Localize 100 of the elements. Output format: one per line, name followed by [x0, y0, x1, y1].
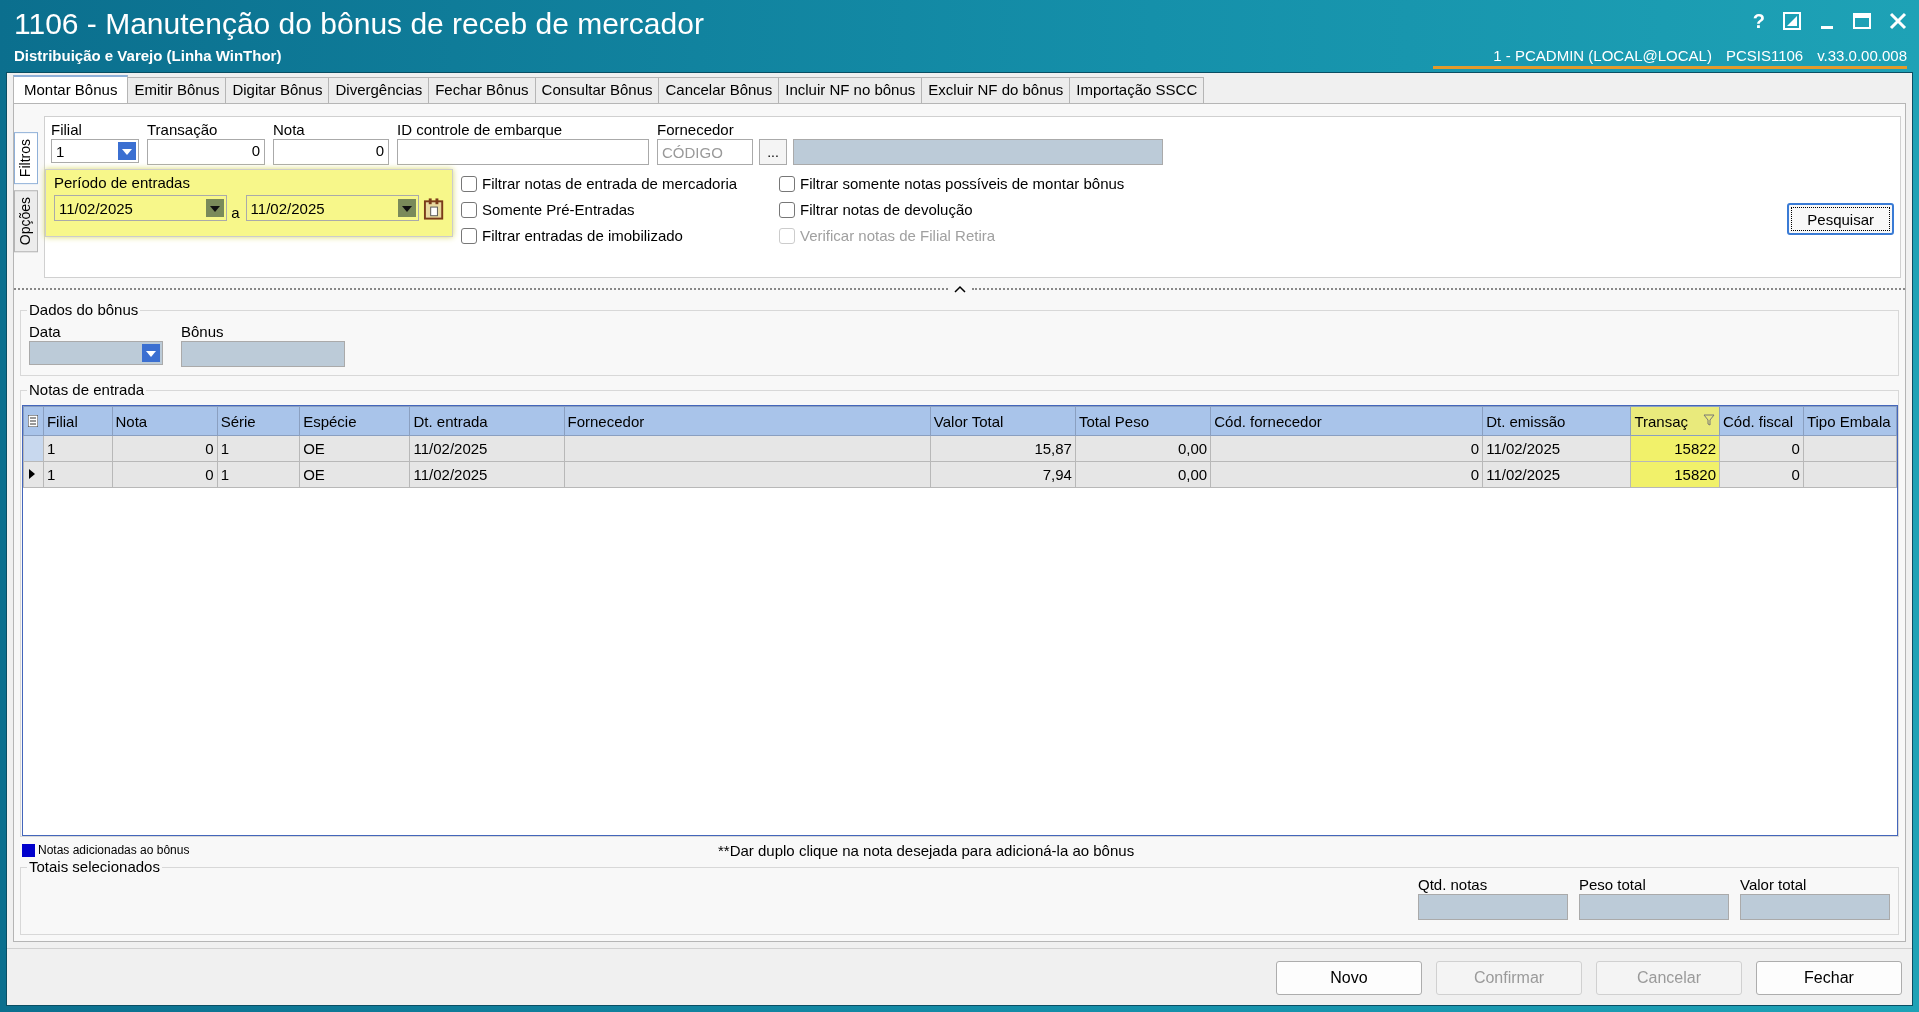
input-field[interactable] — [1579, 894, 1729, 920]
checkbox-label: Filtrar entradas de imobilizado — [482, 227, 683, 244]
version-label: v.33.0.00.008 — [1817, 47, 1907, 64]
checkbox[interactable] — [779, 201, 795, 218]
action-button[interactable]: Fechar — [1756, 961, 1902, 995]
checkbox-label: Somente Pré-Entradas — [482, 201, 635, 218]
table-cell: 0 — [1719, 461, 1804, 488]
checkbox[interactable] — [461, 227, 477, 244]
tab[interactable]: Importação SSCC — [1069, 77, 1205, 103]
program-code: PCSIS1106 — [1725, 47, 1804, 64]
table-cell: 1 — [217, 461, 300, 488]
field-label: Fornecedor — [657, 121, 735, 139]
column-header[interactable]: Dt. emissão — [1482, 406, 1631, 436]
column-header[interactable]: Cód. fornecedor — [1210, 406, 1483, 436]
column-chooser-icon[interactable] — [28, 414, 38, 427]
table-cell: OE — [299, 461, 410, 488]
tab[interactable]: Digitar Bônus — [225, 77, 330, 103]
table-cell: 0 — [1719, 435, 1804, 462]
separator-label: a — [231, 204, 240, 221]
table-cell: 0 — [1210, 435, 1483, 462]
maximize-icon[interactable] — [1853, 12, 1871, 30]
column-header[interactable]: Série — [217, 406, 300, 436]
supplier-name-field[interactable] — [793, 139, 1163, 165]
search-button[interactable]: Pesquisar — [1787, 203, 1894, 235]
table-cell: 1 — [217, 435, 300, 462]
column-header[interactable]: Valor Total — [930, 406, 1076, 436]
date-from-dropdown[interactable]: 11/02/2025 — [54, 195, 228, 221]
date-to-dropdown[interactable]: 11/02/2025 — [245, 195, 419, 221]
field-label: Nota — [273, 121, 306, 139]
field-label: Data — [29, 323, 62, 341]
checkbox[interactable] — [779, 175, 795, 192]
input-field[interactable] — [1740, 894, 1890, 920]
side-tab[interactable]: Opções — [14, 190, 38, 253]
checkbox[interactable] — [461, 201, 477, 218]
tab[interactable]: Montar Bônus — [13, 75, 129, 103]
input-field[interactable] — [397, 139, 649, 165]
table-cell: 15,87 — [930, 435, 1076, 462]
field-label: Bônus — [181, 323, 225, 341]
side-tab[interactable]: Filtros — [14, 132, 38, 185]
column-header[interactable]: Fornecedor — [564, 406, 931, 436]
date-dropdown[interactable] — [29, 341, 163, 365]
column-header[interactable]: Espécie — [299, 406, 410, 436]
tab[interactable]: Excluir NF do bônus — [921, 77, 1071, 103]
column-header[interactable]: Filial — [43, 406, 112, 436]
column-header[interactable]: Dt. entrada — [409, 406, 564, 436]
checkbox-label: Filtrar notas de devolução — [800, 201, 973, 218]
checkbox[interactable] — [461, 175, 477, 192]
window-title: 1106 - Manutenção do bônus de receb de mercador — [14, 6, 704, 42]
column-header[interactable]: Total Peso — [1075, 406, 1211, 436]
column-header[interactable]: Tipo Embala — [1803, 406, 1897, 436]
input-field[interactable] — [181, 341, 345, 367]
table-cell: 11/02/2025 — [409, 461, 564, 488]
column-header[interactable]: Nota — [112, 406, 218, 436]
field-label: Valor total — [1740, 876, 1808, 894]
table-cell: 15820 — [1630, 461, 1720, 488]
calendar-icon[interactable] — [422, 197, 444, 221]
input-field[interactable]: 0 — [273, 139, 389, 165]
table-cell: 11/02/2025 — [1482, 435, 1631, 462]
field-label: Peso total — [1579, 876, 1647, 894]
table-cell: 11/02/2025 — [409, 435, 564, 462]
caret-icon[interactable] — [397, 199, 416, 217]
table-cell: 0 — [1210, 461, 1483, 488]
tab[interactable]: Fechar Bônus — [428, 77, 536, 103]
checkbox-label: Filtrar somente notas possíveis de montar bônus — [800, 175, 1125, 192]
column-header[interactable]: Transaç — [1630, 406, 1720, 436]
edit-icon[interactable] — [1783, 12, 1801, 30]
collapse-icon[interactable] — [953, 285, 966, 293]
field-label: Filial — [51, 121, 83, 139]
filter-icon[interactable] — [1703, 414, 1715, 426]
hint-text: **Dar duplo clique na nota desejada para adicioná-la ao bônus — [718, 841, 1135, 859]
group-title: Notas de entrada — [27, 381, 147, 398]
field-label: Transação — [147, 121, 219, 139]
table-cell: 7,94 — [930, 461, 1076, 488]
table-cell: 0 — [112, 461, 218, 488]
caret-icon[interactable] — [206, 199, 225, 217]
tab[interactable]: Incluir NF no bônus — [778, 77, 923, 103]
action-button[interactable]: Novo — [1276, 961, 1422, 995]
filial-dropdown[interactable]: 1 — [51, 139, 139, 163]
table-cell: 0 — [112, 435, 218, 462]
close-icon[interactable] — [1889, 12, 1907, 30]
field-label: ID controle de embarque — [397, 121, 564, 139]
tab[interactable]: Divergências — [328, 77, 430, 103]
tab[interactable]: Emitir Bônus — [127, 77, 227, 103]
legend-label: Notas adicionadas ao bônus — [38, 843, 191, 857]
group-title: Dados do bônus — [27, 301, 141, 318]
input-field[interactable]: 0 — [147, 139, 265, 165]
browse-button[interactable]: ... — [759, 139, 787, 165]
tab[interactable]: Consultar Bônus — [534, 77, 660, 103]
tab[interactable]: Cancelar Bônus — [658, 77, 780, 103]
table-cell: 15822 — [1630, 435, 1720, 462]
group-title: Totais selecionados — [27, 858, 162, 875]
input-field[interactable] — [1418, 894, 1568, 920]
user-info: 1 - PCADMIN (LOCAL@LOCAL) — [1493, 47, 1712, 64]
window-subtitle: Distribuição e Varejo (Linha WinThor) — [14, 47, 283, 64]
supplier-code-field[interactable]: CÓDIGO — [657, 139, 753, 165]
column-header[interactable]: Cód. fiscal — [1719, 406, 1804, 436]
checkbox-label: Filtrar notas de entrada de mercadoria — [482, 175, 738, 192]
current-row-icon[interactable] — [28, 468, 36, 480]
field-label: Qtd. notas — [1418, 876, 1489, 894]
table-cell: OE — [299, 435, 410, 462]
